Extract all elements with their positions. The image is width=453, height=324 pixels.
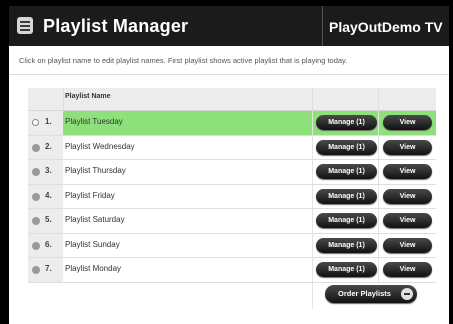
row-index: 3. xyxy=(45,166,52,175)
radio-icon[interactable] xyxy=(32,241,40,250)
row-index: 2. xyxy=(45,141,52,151)
radio-icon[interactable] xyxy=(32,168,40,176)
manage-button[interactable]: Manage (1) xyxy=(316,139,377,155)
table-row: 6. Playlist Sunday Manage (1) View xyxy=(28,233,436,258)
radio-icon[interactable] xyxy=(32,143,40,152)
row-index: 6. xyxy=(45,239,52,249)
view-button[interactable]: View xyxy=(383,139,432,155)
order-playlists-label: Order Playlists xyxy=(338,288,391,298)
playlist-name-link[interactable]: Playlist Tuesday xyxy=(65,117,123,126)
playlist-name-link[interactable]: Playlist Wednesday xyxy=(65,142,135,151)
playlist-name-link[interactable]: Playlist Thursday xyxy=(65,166,126,175)
view-button[interactable]: View xyxy=(383,115,432,130)
table-row: 5. Playlist Saturday Manage (1) View xyxy=(28,209,436,234)
manage-button[interactable]: Manage (1) xyxy=(316,188,377,204)
radio-icon[interactable] xyxy=(32,266,40,274)
view-button[interactable]: View xyxy=(383,164,432,179)
view-button[interactable]: View xyxy=(383,262,432,277)
minus-circle-icon xyxy=(401,287,413,300)
page-title: Playlist Manager xyxy=(43,16,189,36)
row-index: 4. xyxy=(45,190,52,200)
table-row: 3. Playlist Thursday Manage (1) View xyxy=(28,160,436,185)
playlist-table: Playlist Name 1. Playlist Tuesday Manage… xyxy=(28,88,436,309)
brand-name: PlayOutDemo TV xyxy=(329,19,443,35)
manage-button[interactable]: Manage (1) xyxy=(316,237,377,253)
active-radio-icon[interactable] xyxy=(32,119,39,126)
playlist-manager-panel: Playlist Manager PlayOutDemo TV Click on… xyxy=(9,6,449,324)
playlist-name-link[interactable]: Playlist Sunday xyxy=(65,240,120,249)
row-index: 7. xyxy=(45,264,52,273)
playlist-name-link[interactable]: Playlist Friday xyxy=(65,191,115,200)
table-footer: Order Playlists xyxy=(28,282,436,309)
playlist-name-link[interactable]: Playlist Monday xyxy=(65,264,121,273)
table-header: Playlist Name xyxy=(28,88,436,111)
manage-button[interactable]: Manage (1) xyxy=(316,164,377,179)
table-row: 4. Playlist Friday Manage (1) View xyxy=(28,184,436,209)
table-row: 7. Playlist Monday Manage (1) View xyxy=(28,258,436,283)
column-header-playlist-name: Playlist Name xyxy=(65,93,111,100)
divider xyxy=(9,74,449,75)
view-button[interactable]: View xyxy=(383,188,432,204)
manage-button[interactable]: Manage (1) xyxy=(316,115,377,130)
radio-icon[interactable] xyxy=(32,217,40,225)
manage-button[interactable]: Manage (1) xyxy=(316,262,377,277)
row-index: 5. xyxy=(45,215,52,224)
playlist-name-link[interactable]: Playlist Saturday xyxy=(65,215,125,224)
header-bar: Playlist Manager PlayOutDemo TV xyxy=(9,6,449,46)
header-divider xyxy=(322,6,323,46)
row-index: 1. xyxy=(45,117,52,126)
table-row: 2. Playlist Wednesday Manage (1) View xyxy=(28,135,436,160)
instructions-text: Click on playlist name to edit playlist … xyxy=(19,56,348,65)
radio-icon[interactable] xyxy=(32,192,40,201)
order-playlists-button[interactable]: Order Playlists xyxy=(325,284,417,303)
list-icon xyxy=(17,17,33,34)
manage-button[interactable]: Manage (1) xyxy=(316,213,377,228)
view-button[interactable]: View xyxy=(383,237,432,253)
table-row: 1. Playlist Tuesday Manage (1) View xyxy=(28,111,436,136)
view-button[interactable]: View xyxy=(383,213,432,228)
